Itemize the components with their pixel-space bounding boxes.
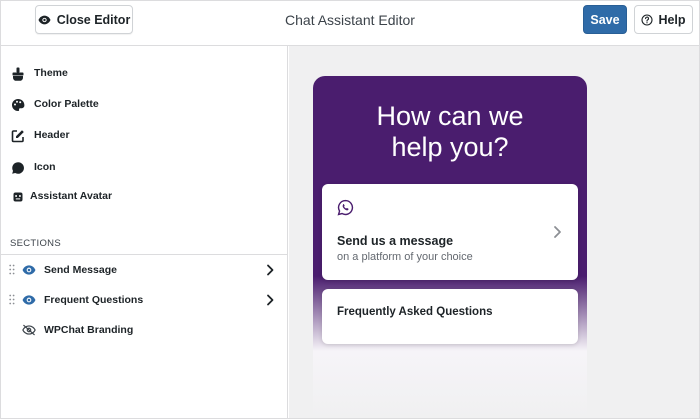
section-label: Send Message (44, 264, 117, 276)
sidebar: Theme Color Palette Header Icon Assistan… (1, 46, 288, 418)
sections-heading: SECTIONS (10, 238, 61, 249)
whatsapp-icon (337, 199, 354, 216)
sidebar-item-icon[interactable]: Icon (1, 154, 287, 182)
sidebar-item-theme[interactable]: Theme (1, 60, 287, 88)
preview-canvas: How can we help you? Send us a message o… (289, 46, 699, 418)
sidebar-item-label: Theme (34, 67, 68, 79)
chat-bubble-icon (12, 162, 24, 174)
top-bar: Close Editor Chat Assistant Editor Save … (1, 1, 699, 46)
help-button[interactable]: Help (634, 5, 693, 34)
card-subtitle: on a platform of your choice (337, 251, 473, 263)
card-title: Send us a message (337, 234, 454, 248)
sidebar-item-label: Assistant Avatar (30, 190, 113, 202)
help-circle-icon (641, 13, 654, 26)
headline-line-1: How can we (376, 101, 524, 131)
sidebar-item-label: Header (34, 129, 70, 141)
sidebar-item-color-palette[interactable]: Color Palette (1, 91, 287, 119)
section-send-message[interactable]: Send Message (1, 257, 287, 283)
drag-handle-icon[interactable] (9, 294, 15, 305)
eye-icon (38, 15, 51, 24)
eye-icon[interactable] (22, 264, 36, 276)
eye-off-icon[interactable] (22, 324, 36, 336)
edit-square-icon (11, 130, 24, 143)
chevron-right-icon (554, 226, 561, 238)
sidebar-item-label: Icon (34, 161, 56, 173)
drag-handle-icon[interactable] (9, 264, 15, 275)
send-message-card[interactable]: Send us a message on a platform of your … (322, 184, 578, 280)
chevron-right-icon (267, 264, 274, 276)
editor-window: Close Editor Chat Assistant Editor Save … (0, 0, 700, 419)
divider (1, 254, 287, 255)
section-frequent-questions[interactable]: Frequent Questions (1, 287, 287, 313)
chevron-right-icon (267, 294, 274, 306)
save-button[interactable]: Save (583, 5, 627, 34)
close-editor-button[interactable]: Close Editor (35, 5, 133, 34)
eye-icon[interactable] (22, 294, 36, 306)
section-wpchat-branding[interactable]: WPChat Branding (1, 317, 287, 343)
sidebar-item-label: Color Palette (34, 98, 99, 110)
card-title: Frequently Asked Questions (337, 306, 493, 318)
faq-card[interactable]: Frequently Asked Questions (322, 289, 578, 344)
robot-icon (13, 192, 23, 202)
headline-line-2: help you? (391, 132, 509, 162)
help-label: Help (658, 12, 686, 27)
chat-widget-preview: How can we help you? Send us a message o… (313, 76, 587, 418)
widget-headline: How can we help you? (313, 101, 587, 163)
palette-icon (12, 99, 25, 111)
section-label: Frequent Questions (44, 294, 144, 306)
sidebar-item-header[interactable]: Header (1, 122, 287, 150)
brush-icon (12, 67, 24, 81)
sidebar-item-assistant-avatar[interactable]: Assistant Avatar (1, 183, 287, 211)
section-label: WPChat Branding (44, 324, 134, 336)
close-editor-label: Close Editor (56, 12, 131, 27)
